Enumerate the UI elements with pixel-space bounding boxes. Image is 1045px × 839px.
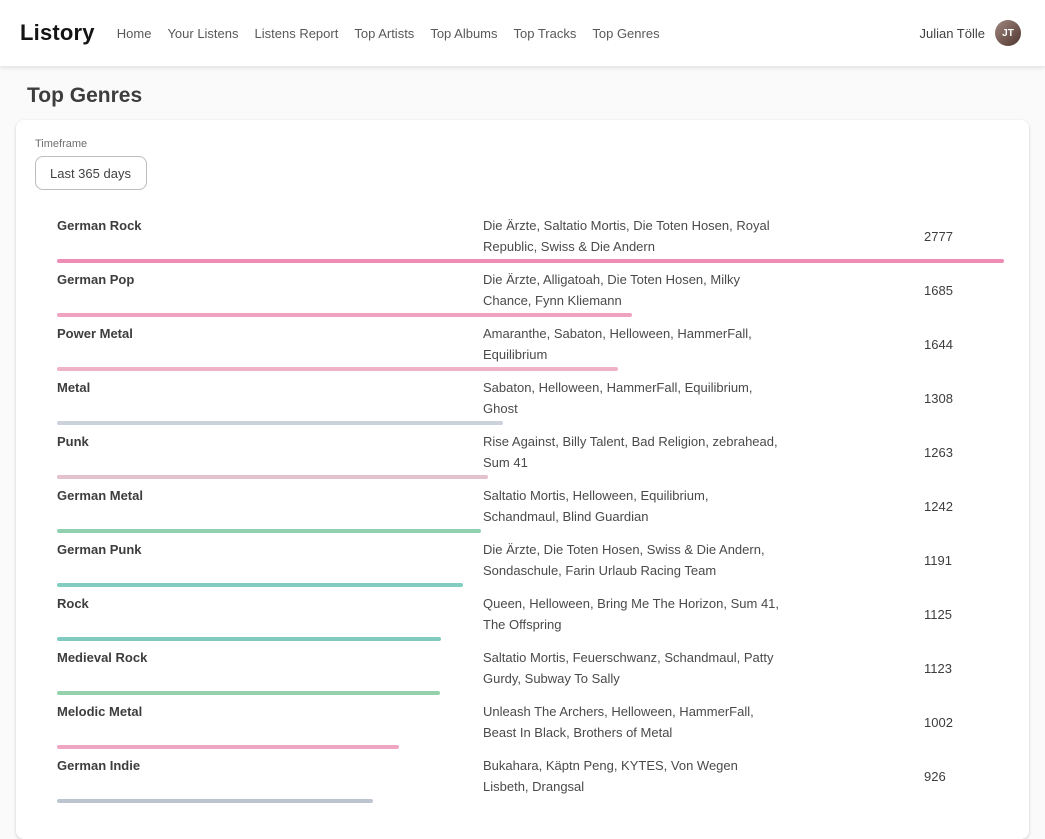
genre-bar [57, 637, 441, 641]
genre-count: 1123 [924, 661, 1004, 676]
genre-name: German Indie [57, 755, 483, 776]
genre-bar [57, 259, 1004, 263]
genre-bar [57, 691, 440, 695]
genre-row: Melodic Metal Unleash The Archers, Hello… [57, 701, 1004, 749]
page-title: Top Genres [27, 84, 1029, 108]
genre-name: Melodic Metal [57, 701, 483, 722]
genre-count: 1308 [924, 391, 1004, 406]
genre-artists: Bukahara, Käptn Peng, KYTES, Von Wegen L… [483, 755, 783, 797]
genre-name: German Rock [57, 215, 483, 236]
nav-item-top-tracks[interactable]: Top Tracks [514, 26, 577, 41]
genre-count: 1242 [924, 499, 1004, 514]
genre-count: 1644 [924, 337, 1004, 352]
genre-artists: Saltatio Mortis, Helloween, Equilibrium,… [483, 485, 783, 527]
user-name[interactable]: Julian Tölle [919, 26, 985, 41]
genre-artists: Rise Against, Billy Talent, Bad Religion… [483, 431, 783, 473]
user-menu[interactable]: Julian Tölle JT [919, 20, 1021, 46]
genre-name: German Pop [57, 269, 483, 290]
genre-count: 926 [924, 769, 1004, 784]
genre-bar [57, 367, 618, 371]
genre-name: German Punk [57, 539, 483, 560]
genre-bar [57, 529, 481, 533]
genre-row: Medieval Rock Saltatio Mortis, Feuerschw… [57, 647, 1004, 695]
genre-count: 1191 [924, 553, 1004, 568]
timeframe-label: Timeframe [35, 138, 1004, 150]
timeframe-value: Last 365 days [50, 166, 131, 181]
genre-row: German Metal Saltatio Mortis, Helloween,… [57, 485, 1004, 533]
top-navbar: Listory Home Your Listens Listens Report To… [0, 0, 1045, 66]
nav-item-your-listens[interactable]: Your Listens [167, 26, 238, 41]
page-content: Top Genres Timeframe Last 365 days Germa… [0, 84, 1045, 839]
genre-row: Power Metal Amaranthe, Sabaton, Hellowee… [57, 323, 1004, 371]
genre-bar [57, 421, 503, 425]
genre-bar [57, 583, 463, 587]
genre-artists: Die Ärzte, Saltatio Mortis, Die Toten Ho… [483, 215, 783, 257]
app-logo[interactable]: Listory [20, 20, 95, 46]
nav-item-top-genres[interactable]: Top Genres [592, 26, 659, 41]
genre-count: 1685 [924, 283, 1004, 298]
main-nav: Home Your Listens Listens Report Top Artist… [117, 26, 920, 41]
genre-row: German Rock Die Ärzte, Saltatio Mortis, … [57, 215, 1004, 263]
genre-bar [57, 475, 488, 479]
nav-item-top-artists[interactable]: Top Artists [354, 26, 414, 41]
genre-row: German Pop Die Ärzte, Alligatoah, Die To… [57, 269, 1004, 317]
nav-item-listens-report[interactable]: Listens Report [255, 26, 339, 41]
genre-artists: Die Ärzte, Die Toten Hosen, Swiss & Die … [483, 539, 783, 581]
genre-name: Punk [57, 431, 483, 452]
genre-artists: Unleash The Archers, Helloween, HammerFa… [483, 701, 783, 743]
genre-artists: Sabaton, Helloween, HammerFall, Equilibr… [483, 377, 783, 419]
genre-row: Metal Sabaton, Helloween, HammerFall, Eq… [57, 377, 1004, 425]
genre-table: German Rock Die Ärzte, Saltatio Mortis, … [57, 215, 1004, 803]
avatar[interactable]: JT [995, 20, 1021, 46]
top-genres-card: Timeframe Last 365 days German Rock Die … [16, 120, 1029, 839]
timeframe-select[interactable]: Last 365 days [35, 156, 147, 190]
genre-row: Rock Queen, Helloween, Bring Me The Hori… [57, 593, 1004, 641]
genre-count: 1002 [924, 715, 1004, 730]
genre-artists: Die Ärzte, Alligatoah, Die Toten Hosen, … [483, 269, 783, 311]
genre-row: German Punk Die Ärzte, Die Toten Hosen, … [57, 539, 1004, 587]
genre-row: Punk Rise Against, Billy Talent, Bad Rel… [57, 431, 1004, 479]
genre-artists: Queen, Helloween, Bring Me The Horizon, … [483, 593, 783, 635]
nav-item-home[interactable]: Home [117, 26, 152, 41]
genre-bar [57, 745, 399, 749]
genre-count: 2777 [924, 229, 1004, 244]
genre-name: Metal [57, 377, 483, 398]
genre-name: Power Metal [57, 323, 483, 344]
genre-name: Medieval Rock [57, 647, 483, 668]
genre-name: Rock [57, 593, 483, 614]
genre-count: 1125 [924, 607, 1004, 622]
timeframe-filter: Timeframe Last 365 days [35, 138, 1004, 190]
genre-count: 1263 [924, 445, 1004, 460]
genre-name: German Metal [57, 485, 483, 506]
nav-item-top-albums[interactable]: Top Albums [430, 26, 497, 41]
genre-artists: Saltatio Mortis, Feuerschwanz, Schandmau… [483, 647, 783, 689]
genre-artists: Amaranthe, Sabaton, Helloween, HammerFal… [483, 323, 783, 365]
genre-bar [57, 313, 632, 317]
genre-bar [57, 799, 373, 803]
